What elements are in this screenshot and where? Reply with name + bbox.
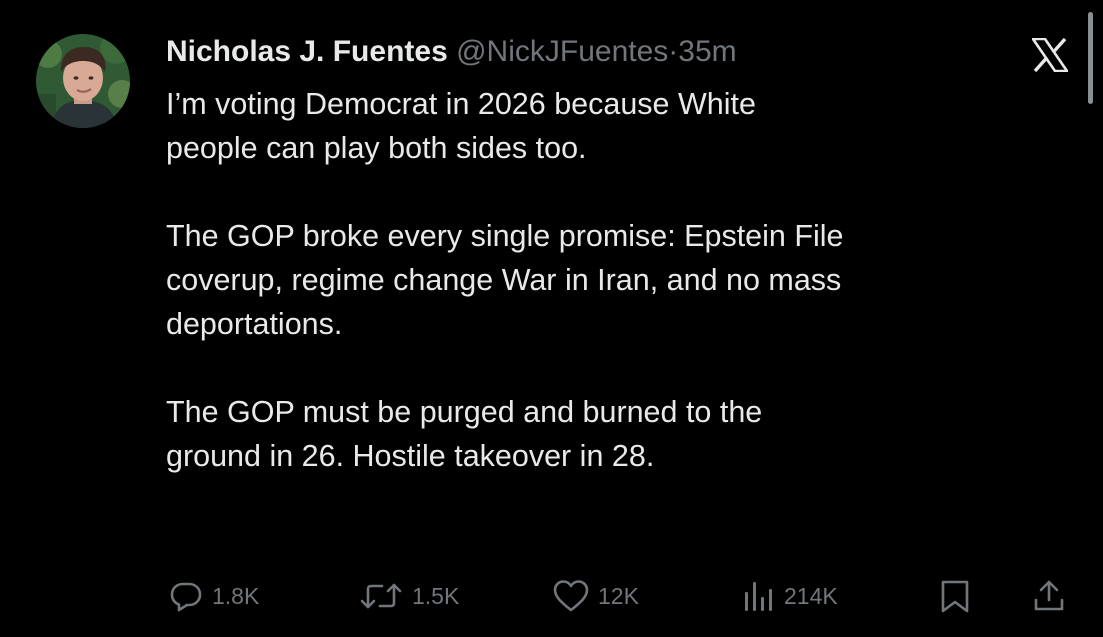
scrollbar[interactable] — [1088, 12, 1093, 104]
views-count: 214K — [784, 582, 838, 609]
avatar-image — [36, 34, 130, 128]
share-button[interactable] — [1032, 578, 1066, 614]
tweet-line: people can play both sides too. — [166, 131, 587, 165]
repost-icon — [360, 583, 402, 609]
share-icon — [1034, 580, 1064, 611]
display-name[interactable]: Nicholas J. Fuentes — [166, 35, 448, 68]
reply-count: 1.8K — [212, 582, 260, 609]
tweet-paragraph: The GOP broke every single promise: Epst… — [166, 214, 1076, 346]
tweet-line: The GOP broke every single promise: Epst… — [166, 219, 844, 253]
avatar[interactable] — [36, 34, 130, 128]
tweet-line: coverup, regime change War in Iran, and … — [166, 263, 842, 297]
bookmark-icon — [941, 580, 969, 613]
repost-button[interactable]: 1.5K — [358, 578, 459, 614]
timestamp[interactable]: 35m — [678, 35, 736, 68]
like-button[interactable]: 12K — [552, 578, 639, 614]
bookmark-button[interactable] — [938, 578, 972, 614]
like-count: 12K — [598, 582, 639, 609]
tweet: Nicholas J. Fuentes @NickJFuentes·35m I’… — [0, 0, 1103, 637]
handle[interactable]: @NickJFuentes — [456, 35, 668, 68]
reply-button[interactable]: 1.8K — [168, 578, 259, 614]
views-icon — [745, 582, 772, 611]
tweet-line: I’m voting Democrat in 2026 because Whit… — [166, 87, 756, 121]
tweet-line: deportations. — [166, 307, 343, 341]
reply-icon — [170, 582, 202, 612]
tweet-text: I’m voting Democrat in 2026 because Whit… — [166, 82, 1076, 478]
x-logo-icon — [1030, 37, 1070, 73]
separator: · — [668, 35, 679, 68]
heart-icon — [553, 580, 589, 612]
repost-count: 1.5K — [412, 582, 460, 609]
views-button[interactable]: 214K — [742, 578, 838, 614]
action-bar: 1.8K 1.5K 12K 214K — [0, 572, 1103, 622]
tweet-header: Nicholas J. Fuentes @NickJFuentes·35m — [166, 30, 737, 74]
tweet-paragraph: I’m voting Democrat in 2026 because Whit… — [166, 82, 1076, 170]
tweet-paragraph: The GOP must be purged and burned to the… — [166, 390, 1076, 478]
tweet-line: The GOP must be purged and burned to the — [166, 395, 763, 429]
tweet-line: ground in 26. Hostile takeover in 28. — [166, 439, 655, 473]
